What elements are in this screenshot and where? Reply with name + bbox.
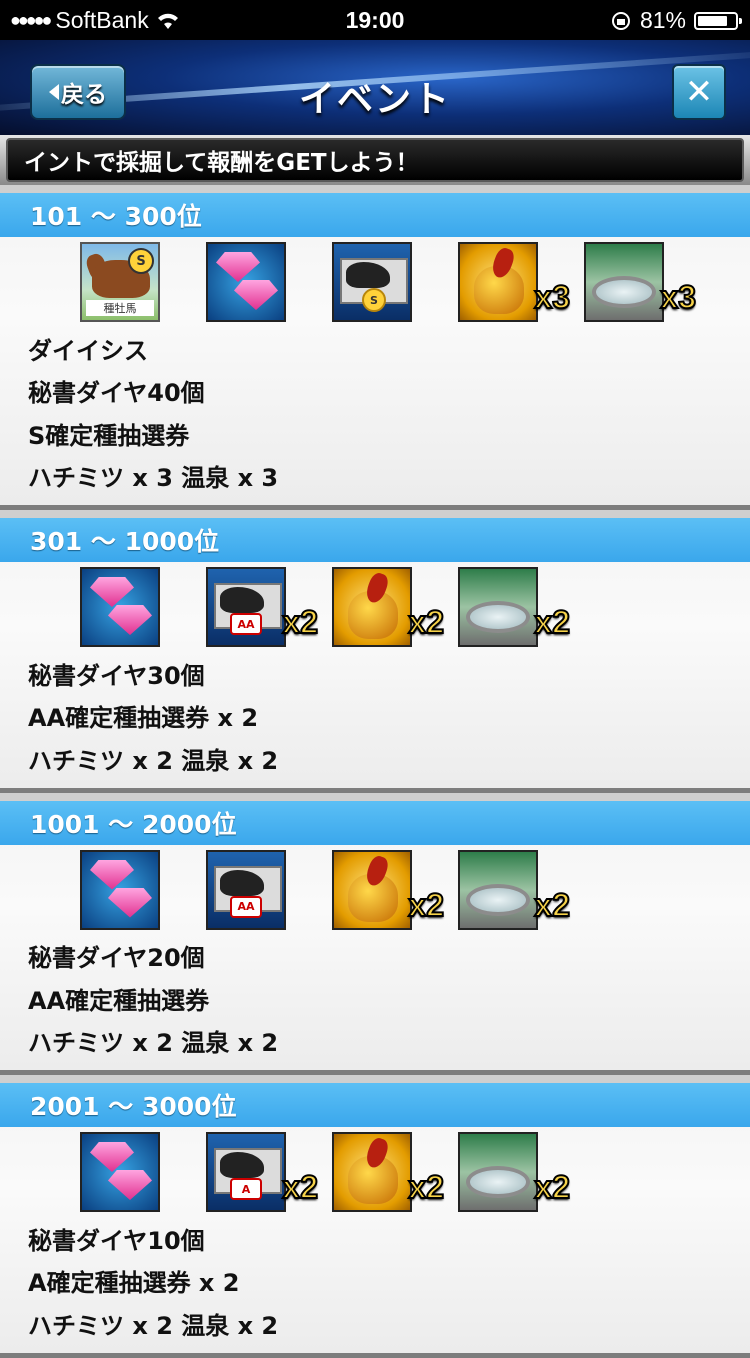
reward-line: 秘書ダイヤ40個	[28, 379, 205, 408]
item-quantity: x3	[533, 278, 571, 316]
ticket-rank-badge: AA	[230, 613, 262, 635]
reward-description: 秘書ダイヤ20個 AA確定種抽選券ハチミツ x 2 温泉 x 2	[0, 935, 750, 1071]
stallion-label: 種牡馬	[86, 300, 154, 316]
reward-line: S確定種抽選券	[28, 421, 190, 450]
battery-icon	[694, 11, 742, 30]
page-title: イベント	[298, 79, 451, 120]
item-quantity: x2	[281, 603, 319, 641]
reward-icons: AA x2 x2 x2	[0, 562, 750, 652]
hot-spring-reward-icon[interactable]: x2	[458, 1132, 571, 1212]
diamond-reward-icon[interactable]	[80, 849, 160, 930]
honey-reward-icon[interactable]: x2	[332, 1132, 445, 1212]
reward-line: A確定種抽選券 x 2	[28, 1269, 240, 1298]
rank-range-header: 2001 〜 3000位	[0, 1083, 750, 1127]
reward-line: AA確定種抽選券	[28, 986, 210, 1015]
status-bar: ●●●●● SoftBank 19:00 81%	[0, 0, 750, 40]
honey-reward-icon[interactable]: x2	[332, 567, 445, 647]
breeding-ticket-icon[interactable]: AA	[206, 849, 286, 930]
reward-section: 301 〜 1000位 AA x2 x2 x2 秘書ダイヤ30個 AA確定種抽選券 x 2 ハ…	[0, 518, 750, 793]
reward-icons: AA x2 x2	[0, 845, 750, 935]
ticket-rank-badge: S	[362, 288, 386, 312]
reward-description: 秘書ダイヤ10個 A確定種抽選券 x 2 ハチミツ x 2 温泉 x 2	[0, 1217, 750, 1353]
stallion-reward-icon[interactable]: S 種牡馬	[80, 242, 160, 322]
reward-section: 2001 〜 3000位 Ax2 x2 x2 秘書ダイヤ10個 A確定種抽選券 x 2 ハチ…	[0, 1083, 750, 1358]
ticket-rank-badge: AA	[230, 895, 262, 918]
item-quantity: x2	[533, 603, 571, 641]
honey-reward-icon[interactable]: x2	[332, 849, 445, 930]
reward-icons: Ax2 x2 x2	[0, 1127, 750, 1217]
battery-area: 81%	[610, 7, 742, 34]
rank-badge: S	[128, 248, 154, 274]
reward-description: 秘書ダイヤ30個 AA確定種抽選券 x 2 ハチミツ x 2 温泉 x 2	[0, 652, 750, 788]
diamond-reward-icon[interactable]	[80, 567, 160, 647]
rank-range-header: 101 〜 300位	[0, 193, 750, 237]
hot-spring-reward-icon[interactable]: x2	[458, 567, 571, 647]
reward-description: ダイイシス秘書ダイヤ40個 S確定種抽選券ハチミツ x 3 温泉 x 3	[0, 327, 750, 505]
item-quantity: x2	[407, 1168, 445, 1206]
hot-spring-reward-icon[interactable]: x3	[584, 242, 697, 322]
reward-icons: S 種牡馬 Sx3 x3	[0, 237, 750, 327]
close-icon: ✕	[684, 72, 714, 112]
reward-line: ダイイシス	[28, 336, 148, 365]
item-quantity: x2	[533, 886, 571, 924]
rank-range-header: 301 〜 1000位	[0, 518, 750, 562]
ticket-rank-badge: A	[230, 1178, 262, 1200]
reward-line: ハチミツ x 2 温泉 x 2	[28, 1029, 279, 1058]
app-header: 戻る イベント ✕	[0, 40, 750, 135]
battery-percent: 81%	[639, 7, 686, 33]
breeding-ticket-icon[interactable]: AA x2	[206, 567, 319, 647]
reward-line: AA確定種抽選券 x 2	[28, 704, 259, 733]
marquee-text: イントで採掘して報酬をGETしよう！	[6, 138, 744, 182]
breeding-ticket-icon[interactable]: Ax2	[206, 1132, 319, 1212]
item-quantity: x2	[407, 603, 445, 641]
diamond-reward-icon[interactable]	[80, 1132, 160, 1212]
reward-line: ハチミツ x 3 温泉 x 3	[28, 464, 279, 493]
reward-line: ハチミツ x 2 温泉 x 2	[28, 746, 279, 775]
marquee-banner: イントで採掘して報酬をGETしよう！	[0, 135, 750, 185]
close-button[interactable]: ✕	[672, 64, 726, 120]
breeding-ticket-icon[interactable]: S	[332, 242, 412, 322]
honey-reward-icon[interactable]: x3	[458, 242, 571, 322]
reward-line: 秘書ダイヤ20個	[28, 944, 205, 973]
item-quantity: x2	[407, 886, 445, 924]
reward-section: 101 〜 300位 S 種牡馬 Sx3 x3 ダイイシス秘書ダイヤ40個 S確定種抽選券ハ…	[0, 193, 750, 510]
item-quantity: x2	[533, 1168, 571, 1206]
item-quantity: x3	[659, 278, 697, 316]
rotation-lock-icon	[611, 11, 630, 30]
reward-list[interactable]: 101 〜 300位 S 種牡馬 Sx3 x3 ダイイシス秘書ダイヤ40個 S確定種抽選券ハ…	[0, 185, 750, 1358]
reward-line: 秘書ダイヤ30個	[28, 661, 205, 690]
reward-line: 秘書ダイヤ10個	[28, 1226, 205, 1255]
reward-line: ハチミツ x 2 温泉 x 2	[28, 1311, 279, 1340]
rank-range-header: 1001 〜 2000位	[0, 800, 750, 845]
reward-section: 1001 〜 2000位 AA x2 x2 秘書ダイヤ20個 AA確定種抽選券ハチミツ x…	[0, 800, 750, 1075]
item-quantity: x2	[281, 1168, 319, 1206]
diamond-reward-icon[interactable]	[206, 242, 286, 322]
hot-spring-reward-icon[interactable]: x2	[458, 849, 571, 930]
